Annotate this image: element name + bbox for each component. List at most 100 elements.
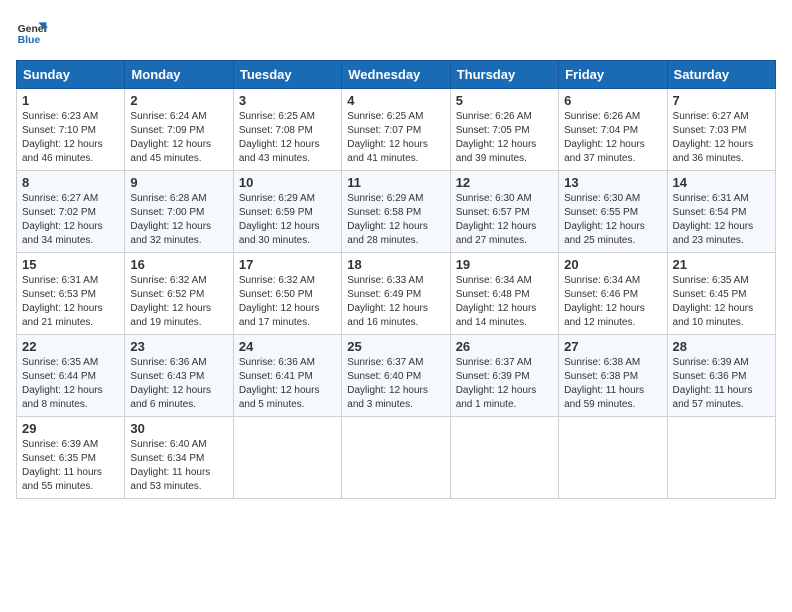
day-number: 19 (456, 257, 553, 272)
day-number: 15 (22, 257, 119, 272)
day-number: 9 (130, 175, 227, 190)
svg-text:Blue: Blue (18, 35, 41, 46)
day-number: 29 (22, 421, 119, 436)
day-info: Sunrise: 6:34 AM Sunset: 6:48 PM Dayligh… (456, 274, 553, 330)
day-cell: 5Sunrise: 6:26 AM Sunset: 7:05 PM Daylig… (450, 89, 558, 171)
day-cell: 18 Sunrise: 6:33 AM Sunset: 6:49 PM Dayli… (342, 253, 450, 335)
day-info: Sunrise: 6:29 AM Sunset: 6:59 PM Dayligh… (239, 192, 336, 248)
day-number: 6 (564, 93, 661, 108)
day-cell: 3 Sunrise: 6:25 AM Sunset: 7:08 PM Daylig… (233, 89, 341, 171)
day-info: Sunrise: 6:25 AM Sunset: 7:08 PM Dayligh… (239, 110, 336, 166)
day-cell: 30 Sunrise: 6:40 AM Sunset: 6:34 PM Dayli… (125, 417, 233, 499)
day-info: Sunrise: 6:28 AM Sunset: 7:00 PM Dayligh… (130, 192, 227, 248)
day-cell (342, 417, 450, 499)
day-info: Sunrise: 6:40 AM Sunset: 6:34 PM Dayligh… (130, 438, 227, 494)
day-info: Sunrise: 6:34 AM Sunset: 6:46 PM Dayligh… (564, 274, 661, 330)
day-cell: 4 Sunrise: 6:25 AM Sunset: 7:07 PM Daylig… (342, 89, 450, 171)
logo: General Blue (16, 16, 48, 48)
day-cell: 7 Sunrise: 6:27 AM Sunset: 7:03 PM Daylig… (667, 89, 775, 171)
day-number: 21 (673, 257, 770, 272)
day-info: Sunrise: 6:38 AM Sunset: 6:38 PM Dayligh… (564, 356, 661, 412)
day-cell: 27Sunrise: 6:38 AM Sunset: 6:38 PM Dayli… (559, 335, 667, 417)
day-cell: 23Sunrise: 6:36 AM Sunset: 6:43 PM Dayli… (125, 335, 233, 417)
week-row-4: 22 Sunrise: 6:35 AM Sunset: 6:44 PM Dayli… (17, 335, 776, 417)
day-cell: 6 Sunrise: 6:26 AM Sunset: 7:04 PM Daylig… (559, 89, 667, 171)
day-cell: 14Sunrise: 6:31 AM Sunset: 6:54 PM Dayli… (667, 171, 775, 253)
day-info: Sunrise: 6:36 AM Sunset: 6:41 PM Dayligh… (239, 356, 336, 412)
day-cell: 9 Sunrise: 6:28 AM Sunset: 7:00 PM Daylig… (125, 171, 233, 253)
day-cell: 11 Sunrise: 6:29 AM Sunset: 6:58 PM Dayli… (342, 171, 450, 253)
day-number: 18 (347, 257, 444, 272)
day-number: 12 (456, 175, 553, 190)
day-number: 2 (130, 93, 227, 108)
day-number: 4 (347, 93, 444, 108)
day-number: 25 (347, 339, 444, 354)
col-header-monday: Monday (125, 61, 233, 89)
day-info: Sunrise: 6:24 AM Sunset: 7:09 PM Dayligh… (130, 110, 227, 166)
col-header-wednesday: Wednesday (342, 61, 450, 89)
day-info: Sunrise: 6:39 AM Sunset: 6:36 PM Dayligh… (673, 356, 770, 412)
day-number: 30 (130, 421, 227, 436)
day-number: 7 (673, 93, 770, 108)
day-cell: 15 Sunrise: 6:31 AM Sunset: 6:53 PM Dayli… (17, 253, 125, 335)
day-number: 26 (456, 339, 553, 354)
day-info: Sunrise: 6:29 AM Sunset: 6:58 PM Dayligh… (347, 192, 444, 248)
col-header-tuesday: Tuesday (233, 61, 341, 89)
day-info: Sunrise: 6:25 AM Sunset: 7:07 PM Dayligh… (347, 110, 444, 166)
day-number: 24 (239, 339, 336, 354)
day-info: Sunrise: 6:30 AM Sunset: 6:55 PM Dayligh… (564, 192, 661, 248)
day-info: Sunrise: 6:27 AM Sunset: 7:03 PM Dayligh… (673, 110, 770, 166)
day-info: Sunrise: 6:31 AM Sunset: 6:53 PM Dayligh… (22, 274, 119, 330)
day-cell: 12 Sunrise: 6:30 AM Sunset: 6:57 PM Dayli… (450, 171, 558, 253)
day-cell: 1 Sunrise: 6:23 AM Sunset: 7:10 PM Daylig… (17, 89, 125, 171)
day-info: Sunrise: 6:33 AM Sunset: 6:49 PM Dayligh… (347, 274, 444, 330)
day-cell: 16 Sunrise: 6:32 AM Sunset: 6:52 PM Dayli… (125, 253, 233, 335)
day-number: 22 (22, 339, 119, 354)
day-info: Sunrise: 6:27 AM Sunset: 7:02 PM Dayligh… (22, 192, 119, 248)
day-number: 16 (130, 257, 227, 272)
day-cell: 24 Sunrise: 6:36 AM Sunset: 6:41 PM Dayli… (233, 335, 341, 417)
day-info: Sunrise: 6:37 AM Sunset: 6:40 PM Dayligh… (347, 356, 444, 412)
day-number: 1 (22, 93, 119, 108)
day-cell: 19 Sunrise: 6:34 AM Sunset: 6:48 PM Dayli… (450, 253, 558, 335)
day-cell (559, 417, 667, 499)
col-header-saturday: Saturday (667, 61, 775, 89)
page-header: General Blue (16, 16, 776, 48)
calendar-table: SundayMondayTuesdayWednesdayThursdayFrid… (16, 60, 776, 499)
day-info: Sunrise: 6:23 AM Sunset: 7:10 PM Dayligh… (22, 110, 119, 166)
day-cell: 29 Sunrise: 6:39 AM Sunset: 6:35 PM Dayli… (17, 417, 125, 499)
day-info: Sunrise: 6:26 AM Sunset: 7:05 PM Dayligh… (456, 110, 553, 166)
day-number: 20 (564, 257, 661, 272)
day-cell: 28 Sunrise: 6:39 AM Sunset: 6:36 PM Dayli… (667, 335, 775, 417)
day-info: Sunrise: 6:30 AM Sunset: 6:57 PM Dayligh… (456, 192, 553, 248)
day-cell (667, 417, 775, 499)
day-info: Sunrise: 6:35 AM Sunset: 6:44 PM Dayligh… (22, 356, 119, 412)
day-number: 10 (239, 175, 336, 190)
day-cell: 13 Sunrise: 6:30 AM Sunset: 6:55 PM Dayli… (559, 171, 667, 253)
day-number: 13 (564, 175, 661, 190)
day-info: Sunrise: 6:26 AM Sunset: 7:04 PM Dayligh… (564, 110, 661, 166)
day-number: 28 (673, 339, 770, 354)
day-number: 23 (130, 339, 227, 354)
day-cell: 22 Sunrise: 6:35 AM Sunset: 6:44 PM Dayli… (17, 335, 125, 417)
day-info: Sunrise: 6:32 AM Sunset: 6:52 PM Dayligh… (130, 274, 227, 330)
day-cell: 8 Sunrise: 6:27 AM Sunset: 7:02 PM Daylig… (17, 171, 125, 253)
logo-icon: General Blue (16, 16, 48, 48)
day-info: Sunrise: 6:39 AM Sunset: 6:35 PM Dayligh… (22, 438, 119, 494)
day-cell: 26Sunrise: 6:37 AM Sunset: 6:39 PM Dayli… (450, 335, 558, 417)
week-row-5: 29 Sunrise: 6:39 AM Sunset: 6:35 PM Dayli… (17, 417, 776, 499)
day-cell: 17Sunrise: 6:32 AM Sunset: 6:50 PM Dayli… (233, 253, 341, 335)
day-cell (233, 417, 341, 499)
week-row-2: 8 Sunrise: 6:27 AM Sunset: 7:02 PM Daylig… (17, 171, 776, 253)
week-row-1: 1 Sunrise: 6:23 AM Sunset: 7:10 PM Daylig… (17, 89, 776, 171)
day-number: 11 (347, 175, 444, 190)
day-info: Sunrise: 6:31 AM Sunset: 6:54 PM Dayligh… (673, 192, 770, 248)
day-number: 3 (239, 93, 336, 108)
day-info: Sunrise: 6:35 AM Sunset: 6:45 PM Dayligh… (673, 274, 770, 330)
col-header-sunday: Sunday (17, 61, 125, 89)
day-number: 17 (239, 257, 336, 272)
calendar-header-row: SundayMondayTuesdayWednesdayThursdayFrid… (17, 61, 776, 89)
day-cell: 2 Sunrise: 6:24 AM Sunset: 7:09 PM Daylig… (125, 89, 233, 171)
col-header-friday: Friday (559, 61, 667, 89)
day-number: 8 (22, 175, 119, 190)
